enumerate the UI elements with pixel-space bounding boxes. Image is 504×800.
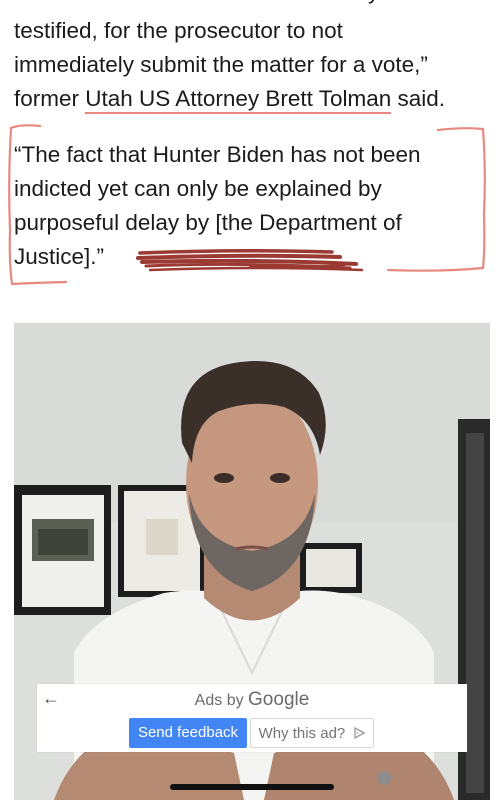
underlined-link[interactable]: Utah US Attorney Brett Tolman [85,86,392,114]
ad-feedback-panel: ← Ads by Google Send feedback Why this a… [37,684,467,752]
quote-line: indicted yet can only be explained by [14,176,382,201]
paragraph-line: immediately submit the matter for a vote… [14,52,428,77]
paragraph-line: former Utah US Attorney Brett Tolman sai… [14,82,490,116]
ad-attribution-prefix: Ads by [194,692,249,709]
why-this-ad-button[interactable]: Why this ad? [250,718,374,748]
paragraph-text: former [14,86,86,111]
clipped-text-line: ... the ... of the ... who had ... alrea… [14,0,490,14]
google-wordmark: Google [248,689,310,710]
send-feedback-button[interactable]: Send feedback [129,718,247,748]
article-paragraph: ... the ... of the ... who had ... alrea… [14,0,490,116]
quote-line: “The fact that Hunter Biden has not been [14,142,421,167]
quote-line: purposeful delay by [the Department of [14,210,402,235]
paragraph-text: said. [391,86,446,111]
paragraph-line: testified, for the prosecutor to not [14,18,343,43]
quote-line: Justice].” [14,244,105,269]
ad-attribution: Ads by Google [37,688,467,713]
article-page: ... the ... of the ... who had ... alrea… [0,0,504,800]
home-indicator[interactable] [170,784,334,790]
why-this-ad-label: Why this ad? [258,725,346,742]
adchoices-icon [353,719,366,749]
quote-paragraph: “The fact that Hunter Biden has not been… [14,138,490,274]
